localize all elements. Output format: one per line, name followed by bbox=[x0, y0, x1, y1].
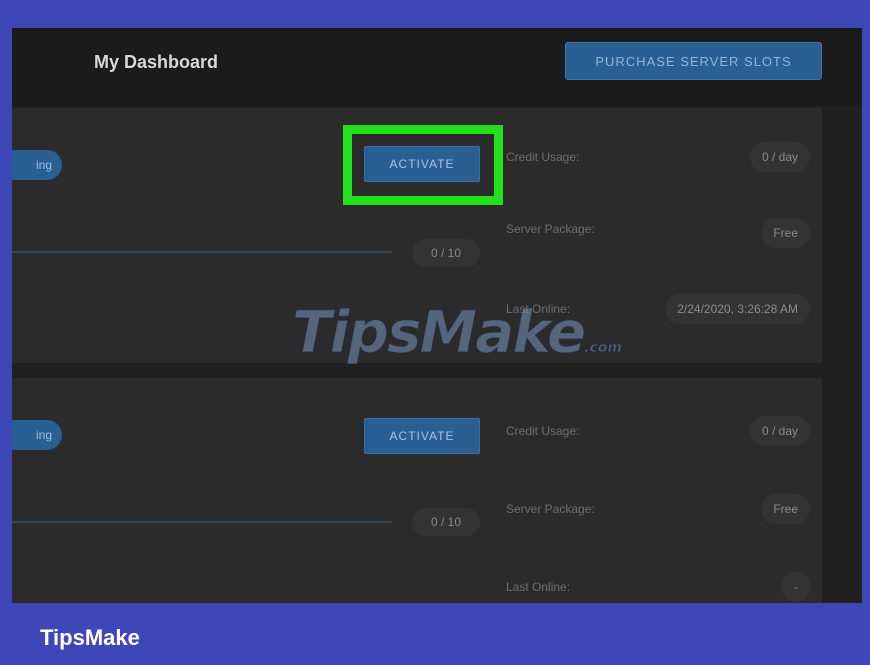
server-package-label: Server Package: bbox=[506, 502, 595, 516]
status-badge: ing bbox=[12, 150, 62, 180]
page-title: My Dashboard bbox=[94, 52, 219, 72]
server-card-2: ing ACTIVATE 0 / 10 Credit Usage: 0 / da… bbox=[12, 378, 822, 603]
credit-usage-label: Credit Usage: bbox=[506, 424, 580, 438]
status-badge: ing bbox=[12, 420, 62, 450]
last-online-value: - bbox=[782, 572, 810, 602]
last-online-value: 2/24/2020, 3:26:28 AM bbox=[665, 294, 810, 324]
slots-progress-bar bbox=[12, 251, 392, 253]
watermark-logo: TipsMake.com bbox=[291, 298, 623, 367]
dashboard-header: My Dashboard PURCHASE SERVER SLOTS bbox=[12, 28, 862, 106]
activate-highlight-box bbox=[343, 125, 503, 205]
credit-usage-value: 0 / day bbox=[749, 416, 810, 446]
activate-button[interactable]: ACTIVATE bbox=[364, 418, 480, 454]
watermark-suffix: .com bbox=[584, 340, 623, 357]
server-package-value: Free bbox=[761, 494, 810, 524]
brand-caption: TipsMake bbox=[40, 625, 140, 650]
watermark-text: TipsMake bbox=[291, 298, 586, 367]
last-online-label: Last Online: bbox=[506, 580, 571, 594]
server-package-value: Free bbox=[761, 218, 810, 248]
credit-usage-label: Credit Usage: bbox=[506, 150, 580, 164]
server-package-label: Server Package: bbox=[506, 222, 595, 236]
slots-count: 0 / 10 bbox=[412, 508, 480, 536]
slots-count: 0 / 10 bbox=[412, 239, 480, 267]
purchase-server-slots-button[interactable]: PURCHASE SERVER SLOTS bbox=[565, 42, 822, 80]
slots-progress-bar bbox=[12, 521, 392, 523]
credit-usage-value: 0 / day bbox=[749, 142, 810, 172]
dashboard-window: My Dashboard PURCHASE SERVER SLOTS ing A… bbox=[12, 28, 862, 603]
